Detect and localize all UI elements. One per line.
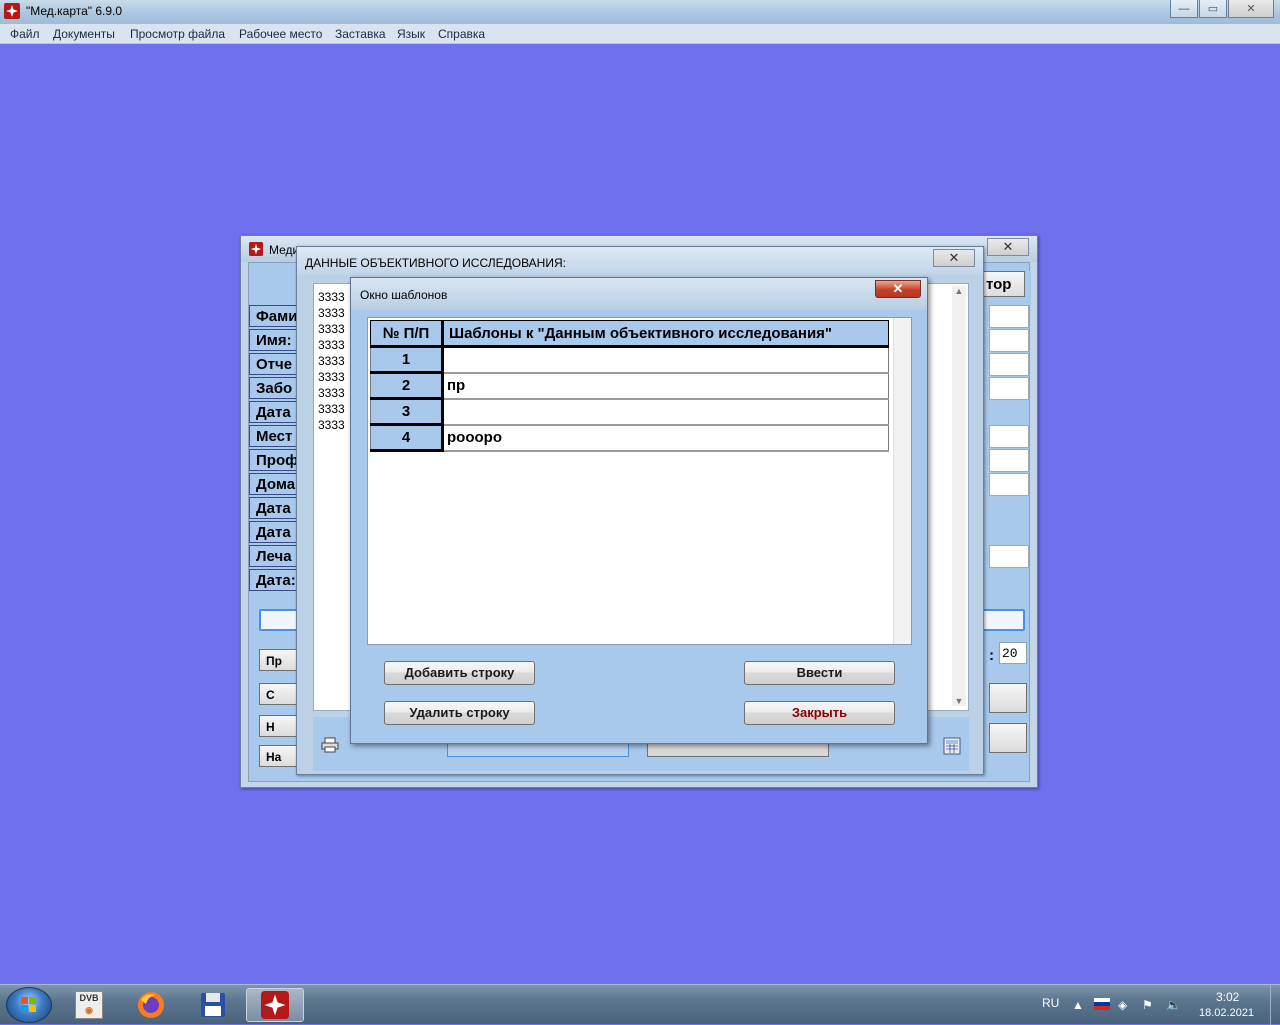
- field-input-surname[interactable]: [989, 305, 1029, 328]
- table-header-row: № П/П Шаблоны к "Данным объективного исс…: [370, 320, 889, 348]
- firefox-icon[interactable]: [122, 988, 180, 1022]
- row-number-cell[interactable]: 2: [370, 372, 444, 400]
- app-title: "Мед.карта" 6.9.0: [26, 4, 123, 18]
- calculator-icon[interactable]: [943, 737, 961, 755]
- windows-logo-icon: [21, 997, 36, 1012]
- menu-view-file[interactable]: Просмотр файла: [130, 27, 225, 41]
- counter-colon: :: [989, 647, 994, 664]
- menu-documents[interactable]: Документы: [53, 27, 115, 41]
- templates-grid-scrollbar[interactable]: [893, 318, 911, 644]
- counter-field[interactable]: 20: [999, 642, 1027, 664]
- scroll-down-icon[interactable]: ▼: [952, 696, 966, 706]
- field-input-profession[interactable]: [989, 449, 1029, 472]
- show-desktop-button[interactable]: [1270, 985, 1280, 1025]
- scroll-up-icon[interactable]: ▲: [952, 286, 966, 296]
- field-input-name[interactable]: [989, 329, 1029, 352]
- close-button[interactable]: ✕: [1228, 0, 1274, 18]
- objective-data-titlebar: ДАННЫЕ ОБЪЕКТИВНОГО ИССЛЕДОВАНИЯ: ✕: [297, 247, 983, 275]
- objective-data-close-button[interactable]: ✕: [933, 249, 975, 267]
- row-template-cell[interactable]: роооро: [442, 424, 889, 452]
- dvb-icon[interactable]: DVB ◉: [60, 988, 118, 1022]
- window-controls: — ▭ ✕: [1169, 0, 1274, 18]
- menu-bar: Файл Документы Просмотр файла Рабочее ме…: [0, 24, 1280, 44]
- row-number-cell[interactable]: 1: [370, 346, 444, 374]
- medcard-icon: [4, 3, 20, 19]
- medcard-icon[interactable]: [246, 988, 304, 1022]
- medcard-window-title: Меди: [269, 243, 300, 257]
- templates-dialog-titlebar: Окно шаблонов ✕: [351, 278, 927, 310]
- row-template-cell[interactable]: [442, 398, 889, 426]
- clock-date[interactable]: 18.02.2021: [1199, 1007, 1254, 1019]
- medcard-editor-button[interactable]: тор: [979, 271, 1025, 297]
- clock-time[interactable]: 3:02: [1216, 990, 1239, 1004]
- objective-data-title: ДАННЫЕ ОБЪЕКТИВНОГО ИССЛЕДОВАНИЯ:: [305, 256, 566, 270]
- enter-button[interactable]: Ввести: [744, 661, 895, 685]
- templates-dialog: Окно шаблонов ✕ № П/П Шаблоны к "Данным …: [350, 277, 928, 744]
- medcard-right-button-1[interactable]: [989, 683, 1027, 713]
- medcard-close-button[interactable]: ✕: [987, 238, 1029, 256]
- row-number-cell[interactable]: 4: [370, 424, 444, 452]
- field-input-disease[interactable]: [989, 377, 1029, 400]
- language-indicator[interactable]: RU: [1042, 996, 1059, 1010]
- maximize-button[interactable]: ▭: [1199, 0, 1227, 18]
- templates-dialog-title: Окно шаблонов: [360, 288, 448, 302]
- tray-expand-icon[interactable]: ▲: [1072, 998, 1084, 1012]
- column-header-templates[interactable]: Шаблоны к "Данным объективного исследова…: [442, 320, 889, 348]
- field-input-treating[interactable]: [989, 545, 1029, 568]
- medcard-right-button-2[interactable]: [989, 723, 1027, 753]
- templates-dialog-close-button[interactable]: ✕: [875, 280, 921, 298]
- delete-row-button[interactable]: Удалить строку: [384, 701, 535, 725]
- table-row[interactable]: 2 пр: [370, 372, 889, 400]
- menu-help[interactable]: Справка: [438, 27, 485, 41]
- row-template-cell[interactable]: пр: [442, 372, 889, 400]
- menu-splash[interactable]: Заставка: [335, 27, 386, 41]
- menu-file[interactable]: Файл: [10, 27, 40, 41]
- field-input-home[interactable]: [989, 473, 1029, 496]
- action-center-icon[interactable]: ⚑: [1142, 998, 1153, 1012]
- field-input-place[interactable]: [989, 425, 1029, 448]
- medcard-icon: [249, 242, 263, 256]
- templates-grid: № П/П Шаблоны к "Данным объективного исс…: [367, 317, 912, 645]
- menu-workplace[interactable]: Рабочее место: [239, 27, 322, 41]
- templates-dialog-body: № П/П Шаблоны к "Данным объективного исс…: [357, 310, 921, 738]
- taskbar: DVB ◉ RU ▲ ◈ ⚑ 🔈 3:02 18.02.2021: [0, 984, 1280, 1025]
- objective-data-scrollbar[interactable]: ▲ ▼: [952, 286, 966, 706]
- printer-icon[interactable]: [321, 737, 339, 753]
- russian-flag-icon[interactable]: [1094, 998, 1110, 1010]
- add-row-button[interactable]: Добавить строку: [384, 661, 535, 685]
- start-button[interactable]: [6, 987, 52, 1023]
- table-row[interactable]: 4 роооро: [370, 424, 889, 452]
- network-status-icon[interactable]: ◈: [1118, 998, 1127, 1012]
- minimize-button[interactable]: —: [1170, 0, 1198, 18]
- floppy-disk-icon[interactable]: [184, 988, 242, 1022]
- templates-table: № П/П Шаблоны к "Данным объективного исс…: [370, 320, 889, 452]
- app-titlebar: "Мед.карта" 6.9.0 — ▭ ✕: [0, 0, 1280, 24]
- row-number-cell[interactable]: 3: [370, 398, 444, 426]
- menu-language[interactable]: Язык: [397, 27, 425, 41]
- table-row[interactable]: 1: [370, 346, 889, 374]
- close-dialog-button[interactable]: Закрыть: [744, 701, 895, 725]
- column-header-number[interactable]: № П/П: [370, 320, 444, 348]
- field-input-patronymic[interactable]: [989, 353, 1029, 376]
- volume-icon[interactable]: 🔈: [1166, 998, 1181, 1012]
- table-row[interactable]: 3: [370, 398, 889, 426]
- row-template-cell[interactable]: [442, 346, 889, 374]
